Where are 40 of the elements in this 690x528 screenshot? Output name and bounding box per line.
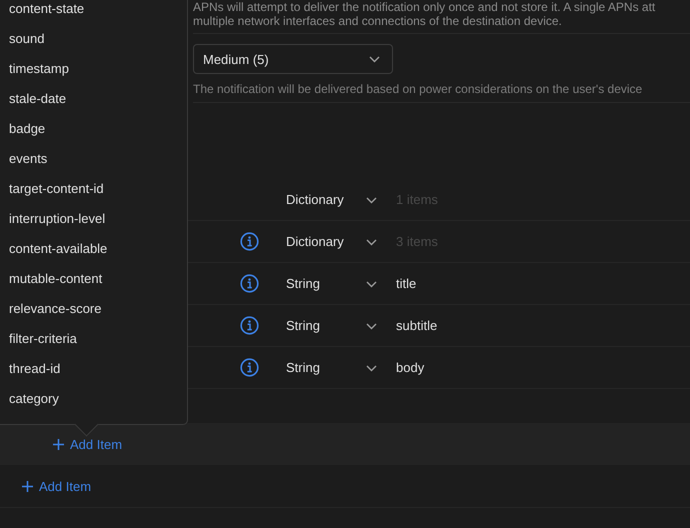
- chevron-down-icon: [366, 239, 377, 246]
- menu-item[interactable]: events: [0, 144, 187, 174]
- menu-item[interactable]: mutable-content: [0, 264, 187, 294]
- type-selector[interactable]: String: [286, 318, 366, 333]
- info-icon[interactable]: [240, 316, 259, 335]
- info-icon[interactable]: [240, 358, 259, 377]
- chevron-down-icon: [369, 56, 380, 62]
- type-selector[interactable]: Dictionary: [286, 234, 366, 249]
- chevron-down-icon: [366, 281, 377, 288]
- value-text: title: [396, 276, 416, 291]
- add-item-button[interactable]: Add Item: [53, 436, 122, 452]
- chevron-down-icon: [366, 323, 377, 330]
- plus-icon: [53, 438, 64, 450]
- menu-item[interactable]: filter-criteria: [0, 324, 187, 354]
- menu-item[interactable]: thread-id: [0, 354, 187, 384]
- chevron-down-icon: [366, 365, 377, 372]
- type-selector[interactable]: String: [286, 276, 366, 291]
- menu-item[interactable]: sound: [0, 24, 187, 54]
- menu-item[interactable]: timestamp: [0, 54, 187, 84]
- info-icon[interactable]: [240, 274, 259, 293]
- type-selector[interactable]: Dictionary: [286, 192, 366, 207]
- add-item-button[interactable]: Add Item: [22, 478, 92, 494]
- menu-item[interactable]: category: [0, 384, 187, 414]
- plus-icon: [22, 480, 33, 492]
- menu-item[interactable]: interruption-level: [0, 204, 187, 234]
- type-selector[interactable]: String: [286, 360, 366, 375]
- description-text: APNs will attempt to deliver the notification only once and not store it. A single APNs att: [193, 0, 656, 14]
- value-text: subtitle: [396, 318, 438, 333]
- menu-item[interactable]: relevance-score: [0, 294, 187, 324]
- menu-item[interactable]: content-available: [0, 234, 187, 264]
- priority-dropdown[interactable]: Medium (5): [193, 44, 393, 74]
- priority-hint-text: The notification will be delivered based on power considerations on the user's device: [193, 82, 690, 103]
- info-icon[interactable]: [240, 232, 259, 251]
- menu-item[interactable]: content-state: [0, 0, 187, 24]
- menu-item[interactable]: target-content-id: [0, 174, 187, 204]
- description-text: multiple network interfaces and connections of the destination device.: [193, 14, 690, 34]
- menu-item[interactable]: badge: [0, 114, 187, 144]
- value-text: body: [396, 360, 424, 375]
- chevron-down-icon: [366, 197, 377, 204]
- menu-item[interactable]: stale-date: [0, 84, 187, 114]
